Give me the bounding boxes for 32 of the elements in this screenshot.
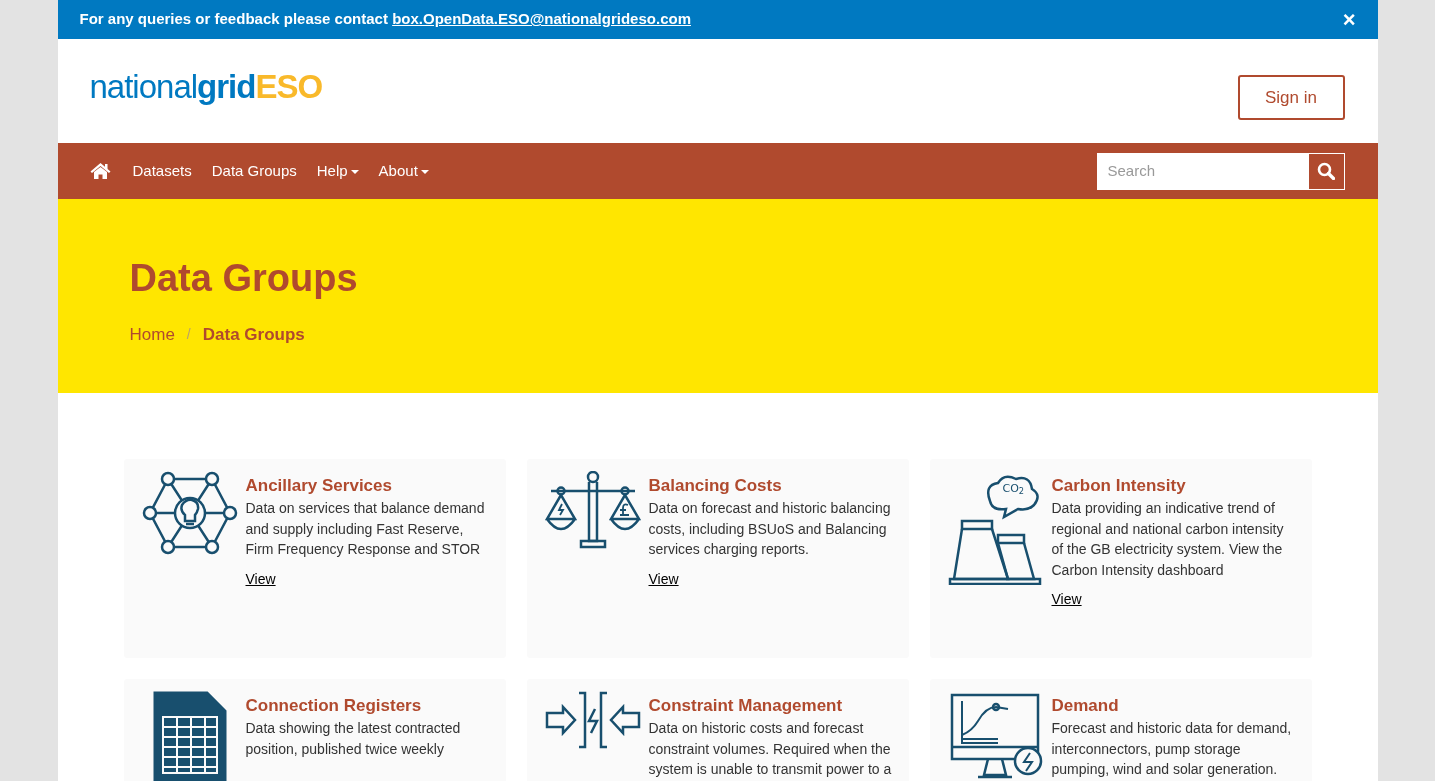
close-button[interactable]: × — [1342, 8, 1356, 31]
group-description: Data on services that balance demand and supply including Fast Reserve, Firm Frequency Response and STOR — [245, 499, 486, 559]
nav-link[interactable]: Data Groups — [201, 159, 307, 183]
icon-label: CO$_{2}$ — [1002, 483, 1025, 494]
page-title: Data Groups — [129, 259, 359, 297]
view-link[interactable]: View — [245, 568, 276, 590]
network-icon — [141, 471, 238, 555]
breadcrumb-link[interactable]: Home — [129, 322, 175, 348]
group-description: Forecast and historic data for demand, interconnectors, pump storage pumping, wind and solar generation. — [1051, 719, 1293, 779]
breadcrumb-separator: / — [185, 325, 192, 345]
sign-in-button[interactable]: Sign in — [1237, 75, 1345, 120]
view-link[interactable]: View — [1051, 589, 1082, 610]
group-title[interactable]: Balancing Costs — [648, 475, 893, 497]
group-title[interactable]: Ancillary Services — [245, 475, 490, 497]
email-link[interactable]: box.OpenData.ESO@nationalgrideso.com — [392, 10, 691, 28]
notice-text: For any queries or feedback please contact box.OpenData.ESO@nationalgrideso.com — [79, 9, 691, 30]
group-title[interactable]: Constraint Management — [648, 695, 893, 717]
nav-link[interactable]: Datasets — [122, 159, 202, 183]
group-description: Data providing an indicative trend of regional and national carbon intensity of the GB electricity system. View the Carbon Intensity dashboard — [1051, 499, 1285, 580]
group-title[interactable]: Connection Registers — [245, 695, 490, 717]
dropdown-menu[interactable]: About — [368, 159, 439, 183]
group-title[interactable]: Demand — [1051, 695, 1296, 717]
group-description: Data on historic costs and forecast constraint volumes. Required when the system is unable to transmit power to a — [648, 719, 893, 779]
dropdown-menu[interactable]: Help — [306, 159, 369, 183]
group-description: Data on forecast and historic balancing costs, including BSUoS and Balancing services charging reports. — [648, 499, 892, 559]
scales-icon — [544, 471, 641, 551]
home-icon[interactable] — [89, 162, 111, 180]
view-link[interactable]: View — [648, 568, 679, 590]
constraint-icon — [544, 691, 641, 749]
group-description: Data showing the latest contracted position, published twice weekly — [245, 719, 462, 759]
logo[interactable]: nationalgridESO — [89, 70, 323, 103]
group-title[interactable]: Carbon Intensity — [1051, 475, 1296, 497]
